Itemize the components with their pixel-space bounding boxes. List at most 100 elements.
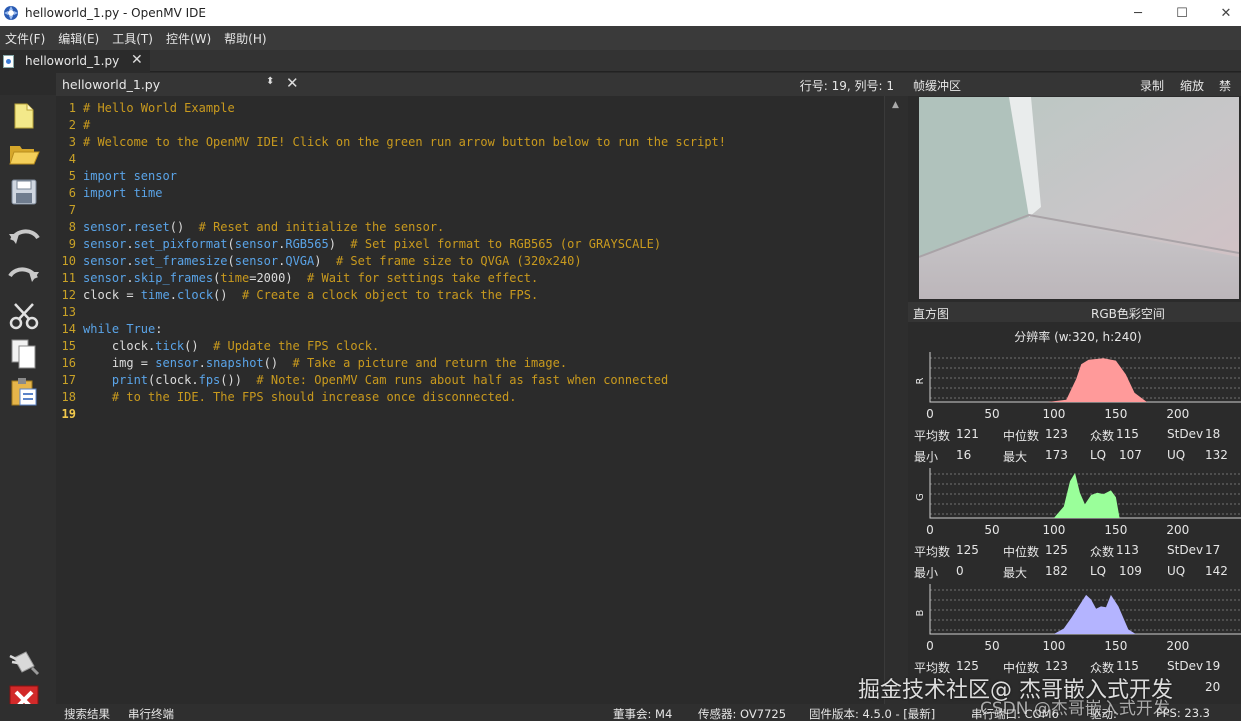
undo-button[interactable]	[6, 221, 42, 255]
code-line[interactable]: while True:	[83, 321, 873, 338]
scroll-up-arrow-icon[interactable]: ▲	[892, 100, 899, 110]
stat-stdev-label: StDev	[1167, 659, 1204, 673]
close-tab-icon[interactable]: ✕	[131, 52, 143, 68]
line-number: 12	[61, 288, 76, 302]
colorspace-select[interactable]: RGB色彩空间	[1091, 305, 1165, 322]
maximize-button[interactable]: ☐	[1160, 0, 1204, 26]
code-line[interactable]: sensor.set_framesize(sensor.QVGA) # Set …	[83, 253, 873, 270]
stat-mean: 125	[956, 659, 979, 673]
code-token: ())	[220, 373, 257, 387]
redo-button[interactable]	[6, 259, 42, 293]
menu-widgets[interactable]: 控件(W)	[163, 30, 214, 47]
x-tick-label: 0	[926, 523, 934, 537]
x-tick-label: 200	[1166, 523, 1189, 537]
code-token: # Reset and initialize the sensor.	[198, 220, 445, 234]
code-token: ()	[263, 356, 293, 370]
code-area[interactable]: # Hello World Example # # Welcome to the O…	[83, 100, 873, 423]
stat-uq-label: UQ	[1167, 564, 1186, 578]
code-token: RGB565	[285, 237, 329, 251]
code-line[interactable]: # Hello World Example	[83, 100, 873, 117]
menu-help[interactable]: 帮助(H)	[221, 30, 269, 47]
serial-terminal-tab[interactable]: 串行终端	[128, 706, 174, 721]
stat-min-label: 最小	[914, 566, 939, 580]
stat-min: 0	[956, 564, 964, 578]
code-line[interactable]: clock.tick() # Update the FPS clock.	[83, 338, 873, 355]
code-line[interactable]: import time	[83, 185, 873, 202]
open-file-button[interactable]	[6, 137, 42, 171]
stat-mode: 115	[1116, 659, 1139, 673]
save-button[interactable]	[6, 175, 42, 209]
file-tab-helloworld[interactable]: helloworld_1.py ✕	[0, 50, 150, 72]
search-results-tab[interactable]: 搜索结果	[64, 706, 110, 721]
new-file-button[interactable]	[6, 99, 42, 133]
code-line[interactable]: # Welcome to the OpenMV IDE! Click on th…	[83, 134, 873, 151]
code-line[interactable]: #	[83, 117, 873, 134]
close-window-button[interactable]: ✕	[1204, 0, 1241, 26]
x-tick-label: 150	[1104, 523, 1127, 537]
resolution-label: 分辨率 (w:320, h:240)	[1014, 330, 1142, 344]
paste-button[interactable]	[6, 375, 42, 409]
code-token: import time	[83, 186, 163, 200]
file-tab-strip: helloworld_1.py ✕	[0, 50, 1241, 72]
copy-icon	[11, 339, 36, 369]
code-line[interactable]: sensor.reset() # Reset and initialize th…	[83, 219, 873, 236]
code-token: while True	[83, 322, 156, 336]
editor-filename[interactable]: helloworld_1.py	[62, 77, 160, 92]
code-line[interactable]	[83, 406, 873, 423]
stat-uq-label: UQ	[1167, 448, 1186, 462]
frame-buffer-image	[919, 97, 1239, 299]
stat-mean: 121	[956, 427, 979, 441]
redo-icon	[8, 267, 39, 282]
zoom-button[interactable]: 缩放	[1180, 77, 1204, 94]
code-line[interactable]: # to the IDE. The FPS should increase on…	[83, 389, 873, 406]
code-token: sensor	[155, 356, 199, 370]
stat-mean-label: 平均数	[914, 545, 951, 559]
x-tick-label: 150	[1104, 639, 1127, 653]
stat-stdev: 17	[1205, 543, 1221, 557]
code-token: # Set frame size to QVGA (320x240)	[335, 254, 582, 268]
minimize-button[interactable]: ─	[1116, 0, 1160, 26]
line-number: 17	[61, 373, 76, 387]
code-editor[interactable]: 1 2 3 4 5 6 7 8 9 10 11 12 13 14 15 16 17 18 19 # Hello Wo…	[56, 96, 884, 704]
stat-lq: 109	[1119, 564, 1142, 578]
record-button[interactable]: 录制	[1140, 77, 1164, 94]
code-token: # Note: OpenMV Cam runs about half as fa…	[256, 373, 669, 387]
csdn-watermark-text: CSDN @杰哥嵌入式开发	[980, 699, 1170, 719]
code-line[interactable]	[83, 304, 873, 321]
stat-stdev: 19	[1205, 659, 1221, 673]
x-tick-label: 200	[1166, 407, 1189, 421]
code-line[interactable]: print(clock.fps()) # Note: OpenMV Cam ru…	[83, 372, 873, 389]
code-line[interactable]: clock = time.clock() # Create a clock ob…	[83, 287, 873, 304]
code-token: time	[220, 271, 250, 285]
line-number: 11	[61, 271, 76, 285]
code-token: .	[126, 271, 134, 285]
editor-scrollbar[interactable]: ▲	[884, 96, 908, 704]
close-document-icon[interactable]: ✕	[286, 74, 299, 92]
code-line[interactable]: sensor.skip_frames(time=2000) # Wait for…	[83, 270, 873, 287]
cut-button[interactable]	[6, 299, 42, 333]
code-token: snapshot	[205, 356, 264, 370]
stat-mean-label: 平均数	[914, 429, 951, 443]
code-token: # to the IDE. The FPS should increase on…	[111, 390, 517, 404]
code-line[interactable]	[83, 151, 873, 168]
code-token: # Welcome to the OpenMV IDE! Click on th…	[83, 135, 726, 149]
copy-button[interactable]	[6, 337, 42, 371]
menu-edit[interactable]: 编辑(E)	[55, 30, 102, 47]
new-file-icon	[14, 103, 34, 129]
menu-tools[interactable]: 工具(T)	[109, 30, 156, 47]
menu-file[interactable]: 文件(F)	[2, 30, 48, 47]
connect-button[interactable]	[6, 645, 42, 679]
firmware-status[interactable]: 固件版本: 4.5.0 - [最新]	[809, 706, 935, 721]
document-switcher-icon[interactable]: ⬍	[266, 76, 274, 87]
code-line[interactable]	[83, 202, 873, 219]
stat-median-label: 中位数	[1003, 545, 1040, 559]
stat-mode: 115	[1116, 427, 1139, 441]
line-number: 18	[61, 390, 76, 404]
open-folder-icon	[9, 146, 40, 165]
channel-label: B	[915, 609, 926, 616]
code-line[interactable]: import sensor	[83, 168, 873, 185]
code-token: tick	[155, 339, 185, 353]
code-line[interactable]: sensor.set_pixformat(sensor.RGB565) # Se…	[83, 236, 873, 253]
code-line[interactable]: img = sensor.snapshot() # Take a picture…	[83, 355, 873, 372]
